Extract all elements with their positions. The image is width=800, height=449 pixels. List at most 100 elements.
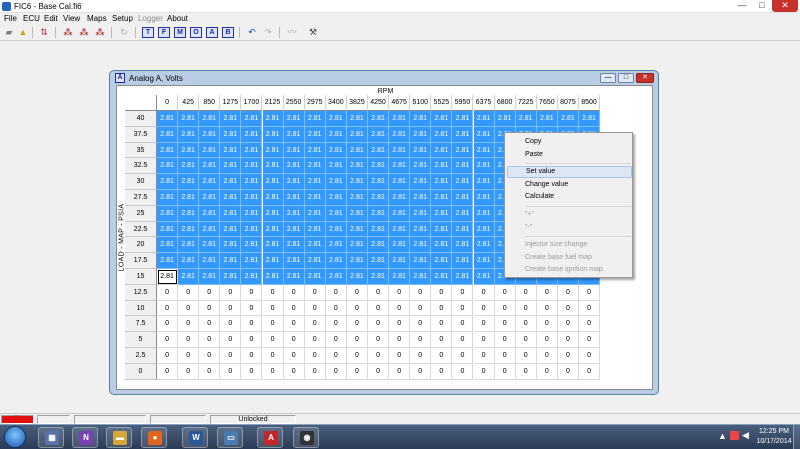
table-cell[interactable]: 0 <box>410 284 432 301</box>
table-cell[interactable]: 0 <box>536 300 558 317</box>
table-cell[interactable]: 2.81 <box>199 142 221 159</box>
table-cell[interactable]: 0 <box>368 300 390 317</box>
table-cell[interactable]: 0 <box>473 363 495 380</box>
table-cell[interactable]: 0 <box>178 363 200 380</box>
table-cell[interactable]: 0 <box>199 363 221 380</box>
table-cell[interactable]: 2.81 <box>178 253 200 269</box>
table-cell[interactable]: 2.81 <box>220 205 242 222</box>
table-cell[interactable]: 2.81 <box>452 253 474 269</box>
table-cell[interactable]: 2.81 <box>304 190 326 206</box>
table-cell[interactable]: 2.81 <box>304 237 326 254</box>
table-cell[interactable]: 0 <box>473 348 495 364</box>
table-cell[interactable]: 0 <box>199 300 221 317</box>
table-cell[interactable]: 0 <box>157 284 179 301</box>
table-cell[interactable]: 2.81 <box>473 126 495 143</box>
table-cell[interactable]: 0 <box>346 316 368 333</box>
table-cell[interactable]: 2.81 <box>536 111 558 127</box>
context-menu-item-create-base-fuel-map[interactable]: Create base fuel map <box>507 252 632 264</box>
table-cell[interactable]: 0 <box>178 316 200 333</box>
show-desktop-button[interactable] <box>793 425 800 449</box>
table-cell[interactable]: 2.81 <box>452 190 474 206</box>
menu-maps[interactable]: Maps <box>87 14 107 23</box>
table-cell[interactable]: 2.81 <box>473 205 495 222</box>
table-cell[interactable]: 0 <box>557 332 579 348</box>
table-cell[interactable]: 0 <box>325 363 347 380</box>
table-cell[interactable]: 0 <box>346 284 368 301</box>
verify-ecu-icon[interactable]: ⁂ <box>94 27 106 38</box>
table-cell[interactable]: 0 <box>494 363 516 380</box>
table-cell[interactable]: 2.81 <box>304 253 326 269</box>
table-cell[interactable]: 2.81 <box>304 221 326 238</box>
table-cell[interactable]: 0 <box>473 316 495 333</box>
table-cell[interactable]: 2.81 <box>452 269 474 285</box>
table-cell[interactable]: 2.81 <box>199 111 221 127</box>
table-cell[interactable]: 2.81 <box>368 190 390 206</box>
table-cell[interactable]: 2.81 <box>220 253 242 269</box>
table-cell[interactable]: 2.81 <box>220 174 242 190</box>
menu-ecu[interactable]: ECU <box>23 14 40 23</box>
table-cell[interactable]: 2.81 <box>515 111 537 127</box>
menu-file[interactable]: File <box>4 14 17 23</box>
table-cell[interactable]: 0 <box>368 363 390 380</box>
table-cell[interactable]: 2.81 <box>431 253 453 269</box>
taskbar-onenote-button[interactable]: N <box>72 427 98 448</box>
table-cell[interactable]: 0 <box>325 332 347 348</box>
table-cell[interactable]: 2.81 <box>346 221 368 238</box>
table-cell[interactable]: 2.81 <box>452 237 474 254</box>
table-cell[interactable]: 0 <box>410 300 432 317</box>
table-cell[interactable]: 0 <box>220 363 242 380</box>
table-cell[interactable]: 2.81 <box>325 142 347 159</box>
taskbar-calculator-button[interactable]: ▦ <box>38 427 64 448</box>
map-window-minimize-button[interactable]: — <box>600 73 616 83</box>
table-cell[interactable]: 2.81 <box>389 126 411 143</box>
table-cell[interactable]: 2.81 <box>473 111 495 127</box>
taskbar-firefox-button[interactable]: ● <box>141 427 167 448</box>
table-cell[interactable]: 2.81 <box>346 142 368 159</box>
table-cell[interactable]: 2.81 <box>283 174 305 190</box>
table-cell[interactable]: 0 <box>536 332 558 348</box>
table-cell[interactable]: 0 <box>220 348 242 364</box>
table-cell[interactable]: 0 <box>515 316 537 333</box>
table-cell[interactable]: 0 <box>431 316 453 333</box>
table-cell[interactable]: 2.81 <box>325 190 347 206</box>
table-cell[interactable]: 0 <box>389 316 411 333</box>
table-cell[interactable]: 0 <box>473 332 495 348</box>
context-menu-item-calculate[interactable]: Calculate <box>507 191 632 203</box>
table-cell[interactable]: 2.81 <box>220 126 242 143</box>
table-cell[interactable]: 2.81 <box>178 221 200 238</box>
table-cell[interactable]: 2.81 <box>178 269 200 285</box>
table-cell[interactable]: 2.81 <box>199 221 221 238</box>
table-cell[interactable]: 2.81 <box>262 142 284 159</box>
table-cell[interactable]: 2.81 <box>220 190 242 206</box>
table-cell[interactable]: 0 <box>452 348 474 364</box>
table-cell[interactable]: 2.81 <box>241 174 263 190</box>
table-cell[interactable]: 2.81 <box>431 126 453 143</box>
table-cell[interactable]: 0 <box>262 284 284 301</box>
read-ecu-icon[interactable]: ⁂ <box>62 27 74 38</box>
table-cell[interactable]: 2.81 <box>178 158 200 175</box>
table-cell[interactable]: 2.81 <box>241 253 263 269</box>
table-cell[interactable]: 2.81 <box>389 221 411 238</box>
table-cell[interactable]: 0 <box>241 348 263 364</box>
map-a-icon[interactable]: A <box>206 27 218 38</box>
table-cell[interactable]: 2.81 <box>283 158 305 175</box>
table-cell[interactable]: 0 <box>368 332 390 348</box>
table-cell[interactable]: 0 <box>452 316 474 333</box>
table-cell[interactable]: 2.81 <box>241 205 263 222</box>
table-cell[interactable]: 2.81 <box>157 205 179 222</box>
table-cell[interactable]: 2.81 <box>452 174 474 190</box>
table-cell[interactable]: 2.81 <box>368 158 390 175</box>
table-cell[interactable]: 2.81 <box>283 253 305 269</box>
table-cell[interactable]: 2.81 <box>199 126 221 143</box>
table-cell[interactable]: 0 <box>389 363 411 380</box>
table-cell[interactable]: 2.81 <box>452 205 474 222</box>
table-cell[interactable]: 0 <box>283 300 305 317</box>
table-cell[interactable]: 0 <box>283 363 305 380</box>
table-cell[interactable]: 2.81 <box>557 111 579 127</box>
table-cell[interactable]: 0 <box>473 300 495 317</box>
table-cell[interactable]: 2.81 <box>241 269 263 285</box>
open-file-icon[interactable]: ▰ <box>3 27 15 38</box>
table-cell[interactable]: 2.81 <box>178 142 200 159</box>
table-cell[interactable]: 0 <box>579 284 601 301</box>
table-cell[interactable]: 2.81 <box>368 269 390 285</box>
